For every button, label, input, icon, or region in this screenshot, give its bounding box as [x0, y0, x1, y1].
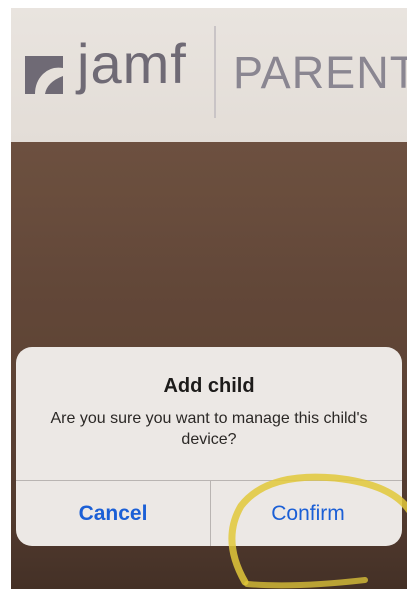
app-header: jamf PARENT [11, 8, 407, 142]
cancel-button[interactable]: Cancel [16, 481, 210, 546]
alert-message: Are you sure you want to manage this chi… [50, 410, 368, 448]
add-child-alert: Add child Are you sure you want to manag… [16, 347, 402, 546]
brand-divider [214, 26, 216, 118]
jamf-logo-icon [25, 56, 63, 94]
brand-name: jamf [77, 32, 187, 95]
alert-title: Add child [163, 375, 255, 397]
confirm-button[interactable]: Confirm [211, 481, 402, 546]
brand-suffix: PARENT [233, 47, 407, 98]
photo-frame: jamf PARENT Add child Are you sure you w… [0, 0, 407, 589]
phone-screen: jamf PARENT Add child Are you sure you w… [11, 8, 407, 589]
